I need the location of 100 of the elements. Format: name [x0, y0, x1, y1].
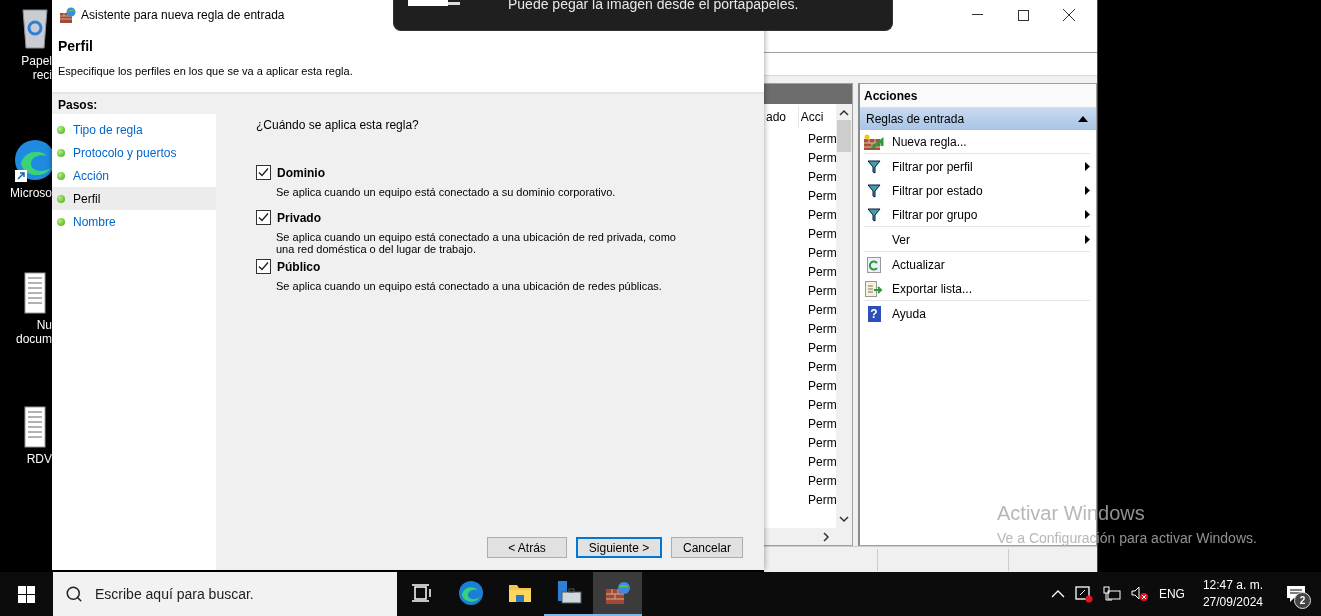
help-icon: ?: [867, 305, 881, 322]
section-header[interactable]: Reglas de entrada: [860, 108, 1096, 130]
submenu-arrow-icon: [1085, 162, 1090, 171]
table-cell-text: Perm: [807, 492, 836, 509]
checkbox[interactable]: [256, 259, 271, 274]
table-cell-text: Perm: [807, 131, 836, 148]
action-item[interactable]: Filtrar por estado: [864, 179, 1090, 202]
action-item[interactable]: Filtrar por grupo: [864, 203, 1090, 227]
table-cell-text: Perm: [807, 454, 836, 471]
checkbox-label[interactable]: Dominio: [277, 165, 325, 180]
profile-description: Se aplica cuando un equipo está conectado a una ubicación de redes públicas.: [276, 280, 663, 292]
profile-description: Se aplica cuando un equipo está conectado a una ubicación de red privada, como una red doméstica o del lugar de trabajo.: [276, 231, 676, 255]
chevron-up-icon[interactable]: [1050, 590, 1065, 598]
desktop-icon-label: Microso: [10, 186, 52, 200]
action-item[interactable]: Filtrar por perfil: [864, 155, 1090, 178]
submenu-arrow-icon: [1085, 210, 1090, 219]
table-cell-text: Perm: [807, 397, 836, 414]
browser-icon: [457, 580, 484, 606]
table-cell-text: Perm: [807, 302, 836, 319]
step-item[interactable]: Protocolo y puertos: [52, 141, 216, 164]
wizard-button[interactable]: Siguiente >: [576, 537, 662, 558]
table-cell-text: Perm: [807, 150, 836, 167]
table-cell-text: Perm: [807, 169, 836, 186]
action-item[interactable]: Actualizar: [864, 253, 1090, 276]
step-status-icon: [57, 171, 65, 180]
table-cell-text: Perm: [807, 435, 836, 452]
table-cell-text: Perm: [807, 321, 836, 338]
window-title: Asistente para nueva regla de entrada: [81, 8, 285, 22]
submenu-arrow-icon: [1085, 235, 1090, 244]
windows-logo-icon: [18, 585, 35, 603]
step-item[interactable]: Perfil: [52, 187, 216, 210]
filter-icon: [867, 159, 881, 174]
scrollbar[interactable]: [836, 104, 852, 528]
table-cell-text: Perm: [807, 188, 836, 205]
step-item[interactable]: Nombre: [52, 210, 216, 233]
export-list-icon: [865, 280, 883, 297]
step-status-icon: [57, 217, 65, 226]
step-status-icon: [57, 125, 65, 134]
table-cell-text: Perm: [807, 264, 836, 281]
scroll-right-icon[interactable]: [822, 531, 830, 542]
document-icon: [24, 272, 46, 314]
table-cell-text: Perm: [807, 226, 836, 243]
checkbox[interactable]: [256, 210, 271, 225]
step-item[interactable]: Acción: [52, 164, 216, 187]
step-status-icon: [57, 148, 65, 157]
action-item[interactable]: Exportar lista...: [864, 277, 1090, 301]
column-header[interactable]: Acci: [798, 106, 836, 128]
table-cell-text: Perm: [807, 378, 836, 395]
table-cell-text: Perm: [807, 283, 836, 300]
document-icon: [24, 406, 46, 448]
task-view-icon: [411, 584, 432, 602]
refresh-icon: [867, 256, 881, 273]
language-indicator[interactable]: ENG: [1158, 587, 1185, 601]
action-item[interactable]: Ver: [864, 228, 1090, 252]
notifications-button[interactable]: 2: [1281, 579, 1311, 609]
page-subtitle: Especifique los perfiles en los que se va a aplicar esta regla.: [58, 65, 354, 77]
wizard-button[interactable]: Cancelar: [671, 537, 743, 558]
folder-icon: [507, 583, 532, 603]
server-toolbox-icon: [555, 580, 582, 606]
desktop-icon-label: Nu: [36, 318, 52, 332]
desktop-icon-label: reci: [32, 68, 52, 82]
search-field[interactable]: Escribe aquí para buscar.: [53, 572, 397, 616]
scrollbar-thumb[interactable]: [837, 120, 851, 152]
speaker-muted-icon[interactable]: [1130, 586, 1149, 602]
desktop-icon-label: docum: [15, 332, 52, 346]
action-item[interactable]: Nueva regla...: [864, 130, 1090, 154]
maximize-icon: [1017, 9, 1029, 21]
search-icon: [65, 585, 83, 603]
clock[interactable]: 12:47 a. m. 27/09/2024: [1202, 577, 1263, 611]
scroll-down-icon[interactable]: [839, 514, 849, 524]
checkbox-label[interactable]: Público: [277, 259, 321, 274]
question-text: ¿Cuándo se aplica esta regla?: [256, 118, 420, 132]
wizard-button[interactable]: < Atrás: [487, 537, 567, 558]
table-cell-text: Perm: [807, 473, 836, 490]
notification-count: 2: [1294, 592, 1311, 609]
page-heading: Perfil: [58, 38, 94, 54]
action-item[interactable]: ? Ayuda: [864, 302, 1090, 325]
step-status-icon: [57, 194, 65, 203]
brick-wall-icon: [864, 133, 884, 150]
checkbox[interactable]: [256, 165, 271, 180]
desktop-icon-label: RDV: [26, 452, 52, 466]
collapse-icon: [1078, 116, 1088, 122]
firewall-icon: [60, 7, 76, 23]
close-icon: [1063, 9, 1075, 21]
minimize-icon: [971, 14, 983, 16]
table-cell-text: Perm: [807, 245, 836, 262]
submenu-arrow-icon: [1085, 186, 1090, 195]
pane-title: Acciones: [860, 84, 1096, 108]
profile-description: Se aplica cuando un equipo está conectado a su dominio corporativo.: [276, 186, 617, 198]
table-cell-text: Perm: [807, 340, 836, 357]
filter-icon: [867, 207, 881, 222]
remote-desktop-icon[interactable]: [1074, 585, 1093, 603]
desktop-icon-label: Papel: [21, 54, 52, 68]
checkbox-label[interactable]: Privado: [277, 210, 321, 225]
steps-title: Pasos:: [52, 95, 216, 114]
table-cell-text: Perm: [807, 207, 836, 224]
table-cell-text: Perm: [807, 359, 836, 376]
step-item[interactable]: Tipo de regla: [52, 118, 216, 141]
network-icon[interactable]: [1102, 586, 1121, 602]
scroll-up-icon[interactable]: [839, 108, 849, 118]
